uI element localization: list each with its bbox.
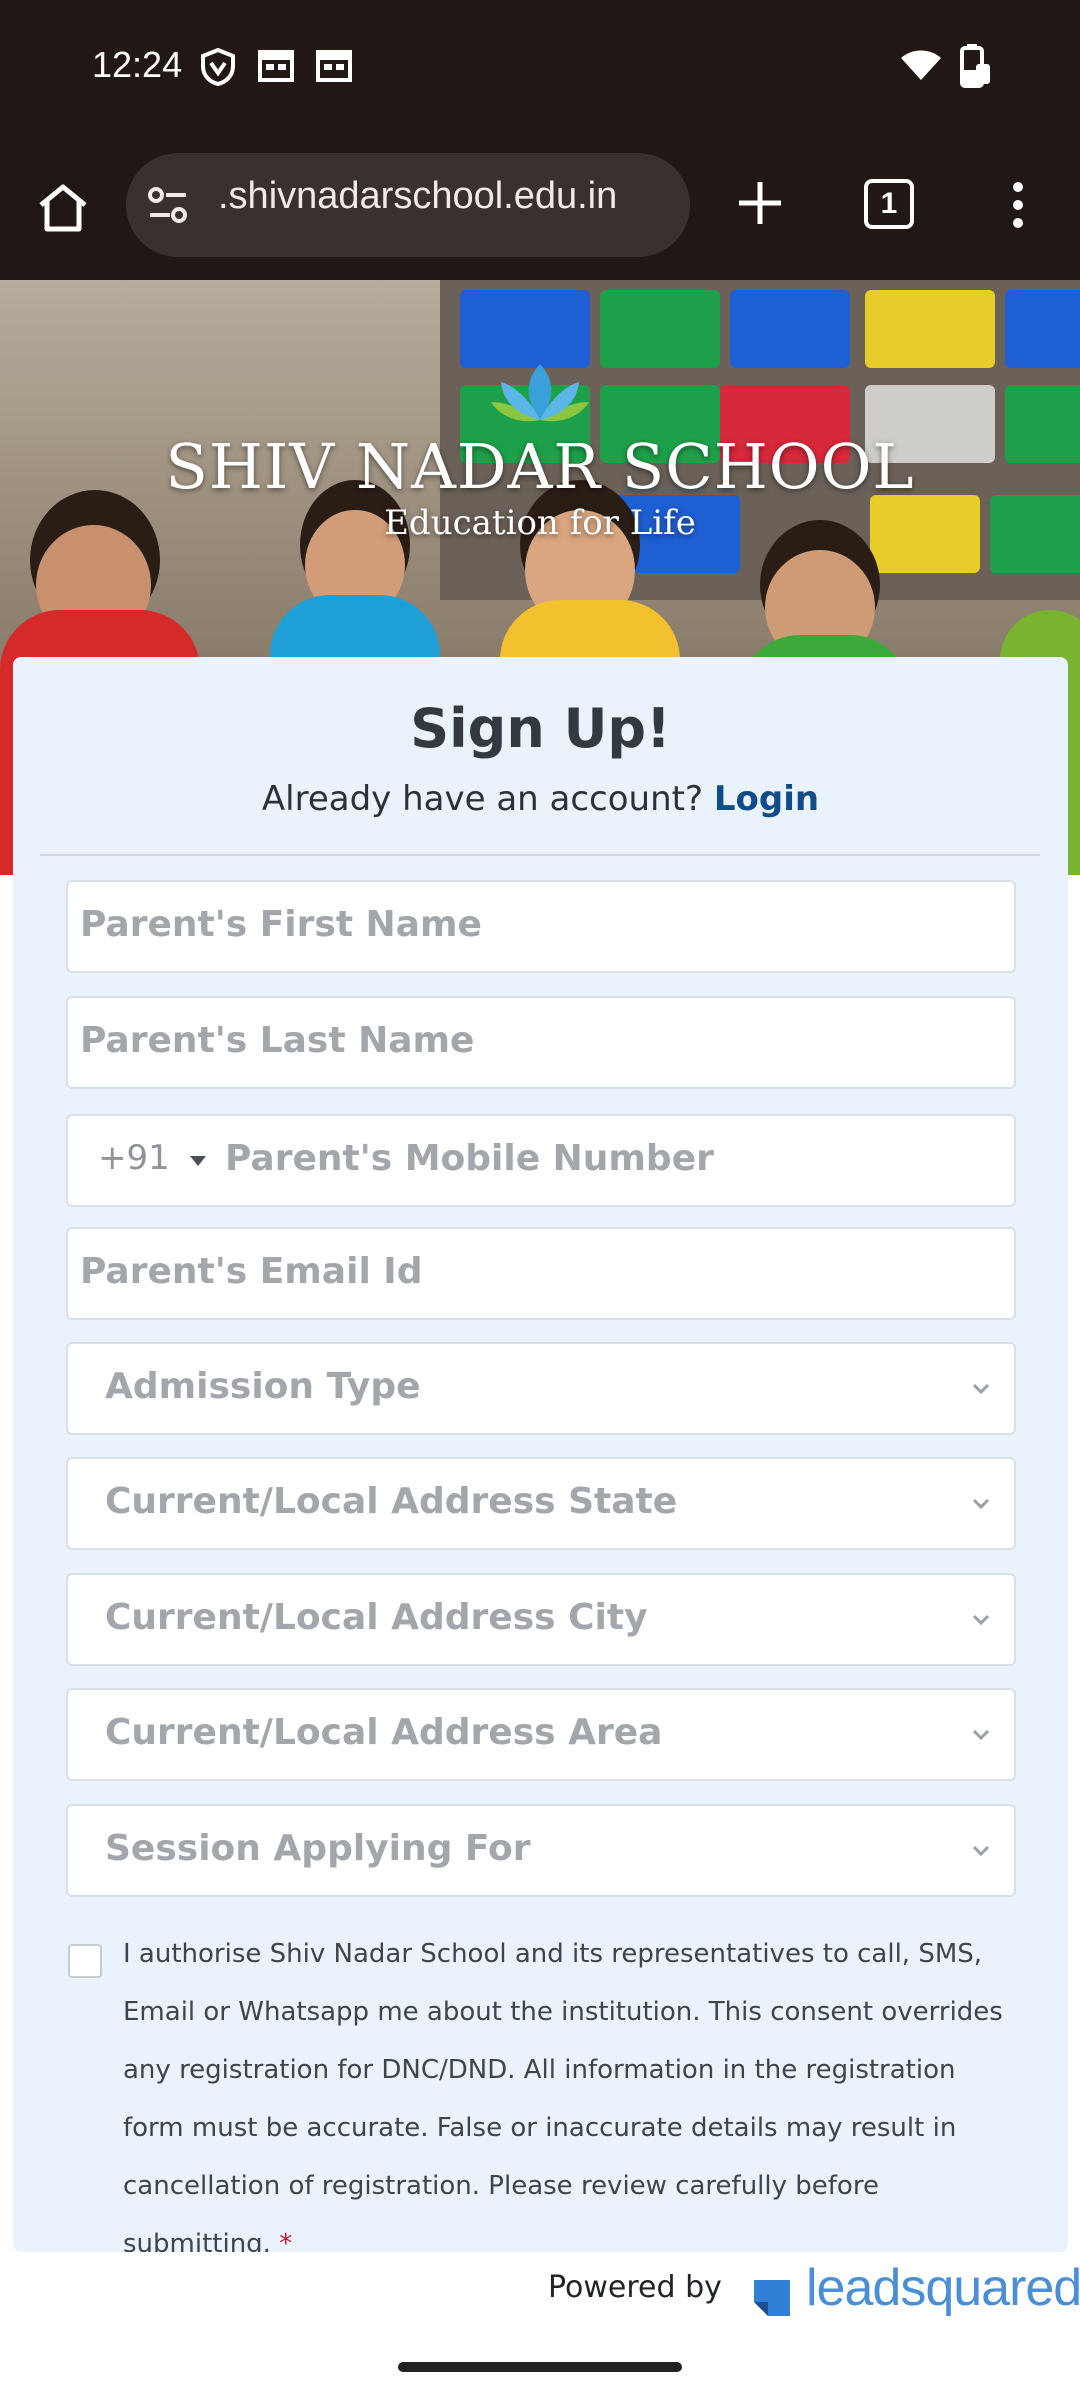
browser-toolbar: .shivnadarschool.edu.in 1 [0, 135, 1080, 280]
home-icon [39, 184, 87, 232]
admission-type-placeholder: Admission Type [105, 1366, 421, 1407]
state-select[interactable]: Current/Local Address State [66, 1457, 1016, 1550]
mobile-number-input[interactable]: Parent's Mobile Number [225, 1138, 714, 1179]
footer: Powered by leadsquared [0, 2252, 1080, 2400]
lotus-logo-icon [491, 364, 589, 422]
url-text[interactable]: .shivnadarschool.edu.in [218, 175, 617, 218]
leadsquared-logo-icon [754, 2280, 790, 2316]
site-settings-icon[interactable] [146, 185, 190, 225]
first-name-placeholder: Parent's First Name [80, 904, 482, 945]
area-placeholder: Current/Local Address Area [105, 1712, 663, 1753]
powered-by-text: Powered by [548, 2270, 722, 2305]
state-placeholder: Current/Local Address State [105, 1481, 678, 1522]
chevron-down-icon [972, 1729, 990, 1741]
status-time: 12:24 [92, 44, 183, 85]
tab-switcher-button[interactable]: 1 [864, 179, 914, 229]
mobile-number-field: +91 Parent's Mobile Number [66, 1114, 1016, 1207]
first-name-input[interactable]: Parent's First Name [66, 880, 1016, 973]
overflow-menu-button[interactable] [996, 173, 1040, 237]
login-prompt: Already have an account? Login [13, 779, 1068, 819]
chevron-down-icon [972, 1498, 990, 1510]
country-code-select[interactable]: +91 [98, 1138, 170, 1178]
plus-icon [739, 182, 781, 224]
city-placeholder: Current/Local Address City [105, 1597, 648, 1638]
session-select[interactable]: Session Applying For [66, 1804, 1016, 1897]
chevron-down-icon [972, 1614, 990, 1626]
last-name-placeholder: Parent's Last Name [80, 1020, 475, 1061]
divider [40, 854, 1040, 856]
form-title: Sign Up! [410, 697, 671, 760]
email-input[interactable]: Parent's Email Id [66, 1227, 1016, 1320]
login-prompt-text: Already have an account? [261, 779, 704, 819]
logo-subtitle: Education for Life [384, 503, 696, 543]
consent-text-body: I authorise Shiv Nadar School and its re… [123, 1939, 1003, 2259]
gesture-nav-bar[interactable] [398, 2362, 682, 2372]
logo-title: SHIV NADAR SCHOOL [165, 430, 915, 503]
vpn-shield-icon [201, 48, 235, 86]
email-placeholder: Parent's Email Id [80, 1251, 423, 1292]
home-button[interactable] [30, 175, 96, 241]
country-code-caret-icon[interactable] [190, 1156, 206, 1166]
consent-checkbox[interactable] [68, 1944, 102, 1978]
battery-charging-icon [960, 44, 990, 88]
session-placeholder: Session Applying For [105, 1828, 531, 1869]
area-select[interactable]: Current/Local Address Area [66, 1688, 1016, 1781]
login-link[interactable]: Login [714, 779, 819, 819]
leadsquared-brand: leadsquared [806, 2259, 1080, 2317]
address-bar[interactable]: .shivnadarschool.edu.in [126, 153, 690, 257]
calendar-icon [258, 50, 294, 82]
signup-form-card: Sign Up! Already have an account? Login … [13, 657, 1068, 2259]
tab-count: 1 [880, 187, 898, 220]
status-bar: 12:24 [0, 0, 1080, 135]
chevron-down-icon [972, 1845, 990, 1857]
city-select[interactable]: Current/Local Address City [66, 1573, 1016, 1666]
more-vertical-icon [1013, 182, 1023, 228]
calendar-icon-2 [316, 50, 352, 82]
admission-type-select[interactable]: Admission Type [66, 1342, 1016, 1435]
chevron-down-icon [972, 1383, 990, 1395]
school-logo: SHIV NADAR SCHOOL Education for Life [0, 360, 1080, 543]
new-tab-button[interactable] [728, 171, 792, 235]
wifi-icon [901, 50, 941, 80]
consent-text: I authorise Shiv Nadar School and its re… [123, 1925, 1023, 2273]
last-name-input[interactable]: Parent's Last Name [66, 996, 1016, 1089]
